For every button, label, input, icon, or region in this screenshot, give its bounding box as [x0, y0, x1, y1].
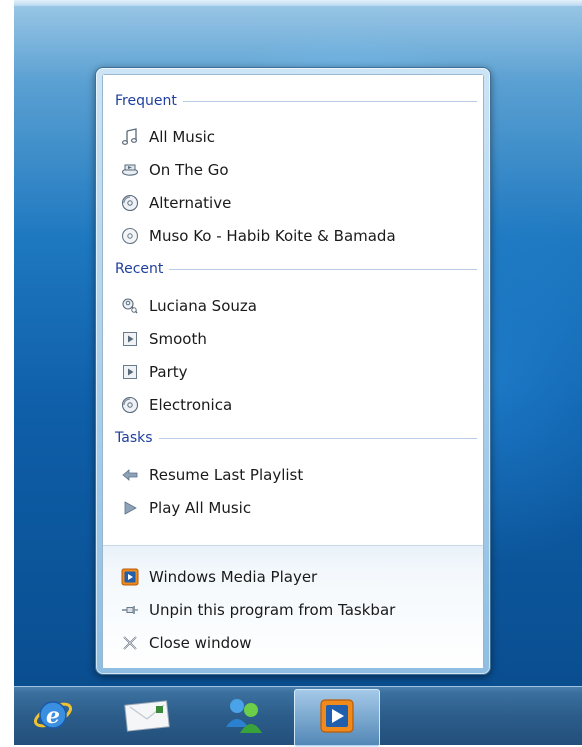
- section-divider: [169, 268, 477, 270]
- jump-item-label: Party: [149, 363, 188, 381]
- section-tasks-title: Tasks: [115, 430, 153, 446]
- unpin-icon: [121, 601, 139, 619]
- jump-item-electronica[interactable]: Electronica: [121, 392, 471, 418]
- jump-item-label: On The Go: [149, 161, 229, 179]
- section-frequent: Frequent: [115, 91, 477, 111]
- jump-list-body: Frequent All Music On The Go Alternative…: [102, 74, 484, 668]
- task-label: Resume Last Playlist: [149, 466, 304, 484]
- taskbar: e: [14, 686, 582, 747]
- play-file-icon: [121, 330, 139, 348]
- jump-item-muso-ko[interactable]: Muso Ko - Habib Koite & Bamada: [121, 223, 471, 249]
- close-icon: [121, 634, 139, 652]
- task-resume-last-playlist[interactable]: Resume Last Playlist: [121, 462, 471, 488]
- section-divider: [182, 100, 477, 102]
- mail-icon: [120, 695, 174, 739]
- task-play-all-music[interactable]: Play All Music: [121, 495, 471, 521]
- taskbar-mail[interactable]: [114, 689, 180, 745]
- jump-item-label: Smooth: [149, 330, 207, 348]
- jump-list-window: Frequent All Music On The Go Alternative…: [95, 67, 491, 675]
- jump-list-items: Frequent All Music On The Go Alternative…: [103, 75, 483, 545]
- play-icon: [121, 499, 139, 517]
- jump-item-party[interactable]: Party: [121, 359, 471, 385]
- section-tasks: Tasks: [115, 428, 477, 448]
- jump-item-smooth[interactable]: Smooth: [121, 326, 471, 352]
- playlist-icon: [121, 161, 139, 179]
- close-window[interactable]: Close window: [121, 630, 471, 656]
- jump-item-label: Luciana Souza: [149, 297, 257, 315]
- section-divider: [158, 437, 477, 439]
- people-icon: [220, 693, 268, 741]
- jump-item-all-music[interactable]: All Music: [121, 124, 471, 150]
- taskbar-windows-media-player[interactable]: [294, 689, 380, 747]
- svg-text:e: e: [46, 703, 60, 729]
- section-recent-title: Recent: [115, 261, 164, 277]
- app-name-label: Windows Media Player: [149, 568, 318, 586]
- genre-disc-icon: [121, 194, 139, 212]
- internet-explorer-icon: e: [31, 693, 75, 741]
- taskbar-internet-explorer[interactable]: e: [26, 689, 80, 745]
- jump-item-label: Alternative: [149, 194, 232, 212]
- unpin-label: Unpin this program from Taskbar: [149, 601, 396, 619]
- jump-list-footer: Windows Media Player Unpin this program …: [103, 545, 483, 668]
- jump-item-alternative[interactable]: Alternative: [121, 190, 471, 216]
- taskbar-people[interactable]: [214, 689, 274, 745]
- task-label: Play All Music: [149, 499, 252, 517]
- jump-item-label: Electronica: [149, 396, 233, 414]
- media-player-icon: [121, 568, 139, 586]
- jump-item-label: All Music: [149, 128, 216, 146]
- album-disc-icon: [121, 227, 139, 245]
- section-frequent-title: Frequent: [115, 93, 177, 109]
- unpin-from-taskbar[interactable]: Unpin this program from Taskbar: [121, 597, 471, 623]
- back-arrow-icon: [121, 466, 139, 484]
- genre-disc-icon: [121, 396, 139, 414]
- open-windows-media-player[interactable]: Windows Media Player: [121, 564, 471, 590]
- media-player-icon: [317, 696, 357, 740]
- artist-icon: [121, 297, 139, 315]
- jump-item-luciana-souza[interactable]: Luciana Souza: [121, 293, 471, 319]
- music-note-icon: [121, 128, 139, 146]
- jump-item-on-the-go[interactable]: On The Go: [121, 157, 471, 183]
- close-window-label: Close window: [149, 634, 252, 652]
- jump-item-label: Muso Ko - Habib Koite & Bamada: [149, 227, 396, 245]
- play-file-icon: [121, 363, 139, 381]
- section-recent: Recent: [115, 259, 477, 279]
